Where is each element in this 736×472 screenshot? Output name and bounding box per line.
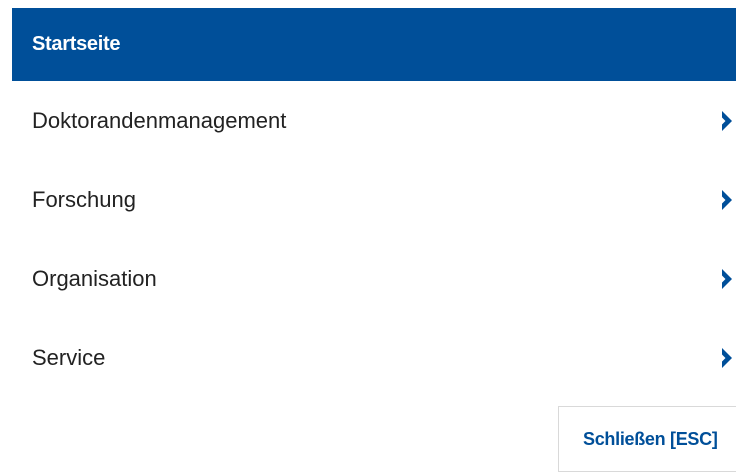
menu-item-organisation[interactable]: Organisation — [12, 239, 736, 318]
menu-list: Doktorandenmanagement Forschung Organisa… — [12, 81, 736, 397]
menu-item-service[interactable]: Service — [12, 318, 736, 397]
close-button-label: Schließen [ESC] — [583, 428, 718, 449]
chevron-right-icon — [722, 189, 732, 210]
menu-item-label: Service — [32, 344, 106, 370]
chevron-right-icon — [722, 268, 732, 289]
menu-item-doktorandenmanagement[interactable]: Doktorandenmanagement — [12, 81, 736, 160]
menu-home-label: Startseite — [32, 33, 121, 55]
navigation-menu: Startseite Doktorandenmanagement Forschu… — [12, 8, 736, 463]
chevron-right-icon — [722, 347, 732, 368]
close-menu-button[interactable]: Schließen [ESC] — [558, 406, 736, 472]
menu-home-link[interactable]: Startseite — [12, 8, 736, 81]
menu-item-forschung[interactable]: Forschung — [12, 160, 736, 239]
menu-item-label: Doktorandenmanagement — [32, 107, 287, 133]
chevron-right-icon — [722, 110, 732, 131]
menu-item-label: Organisation — [32, 265, 157, 291]
menu-item-label: Forschung — [32, 186, 136, 212]
